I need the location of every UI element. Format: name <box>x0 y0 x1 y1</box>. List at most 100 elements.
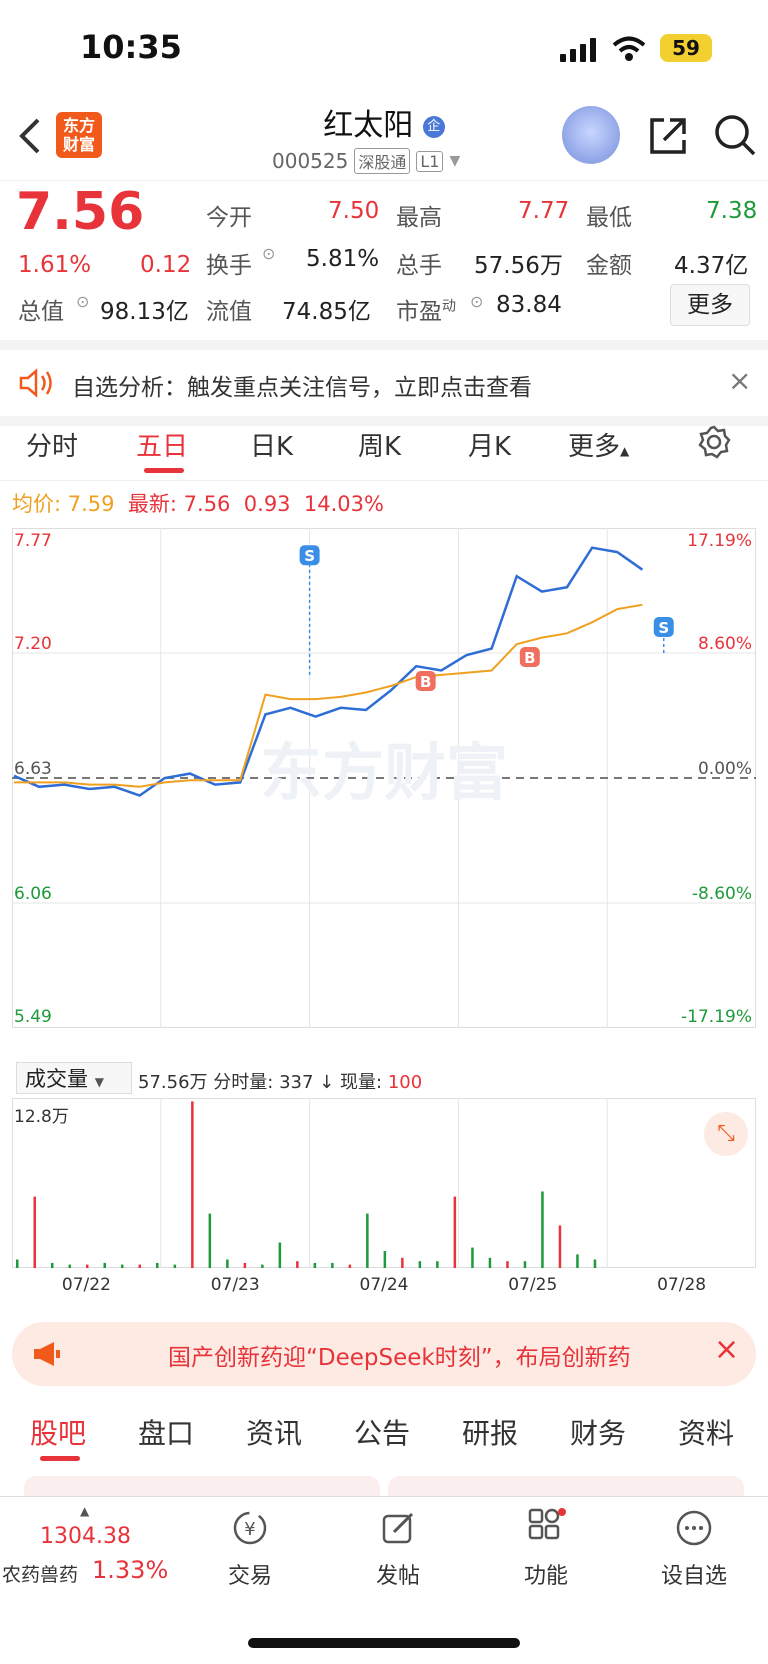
x-tick-label: 07/25 <box>508 1275 557 1295</box>
nav-post-label: 发帖 <box>375 1564 420 1589</box>
pe-info-icon[interactable]: ⊙ <box>470 292 483 311</box>
tab-pankou[interactable]: 盘口 <box>138 1412 194 1452</box>
last-change: 0.93 <box>243 492 291 516</box>
tab-announcements[interactable]: 公告 <box>354 1412 410 1452</box>
volume-bar <box>68 1264 71 1268</box>
volume-bar <box>296 1261 299 1268</box>
volume-bar <box>576 1254 579 1268</box>
search-icon[interactable] <box>712 112 758 158</box>
tab-research[interactable]: 研报 <box>462 1412 518 1452</box>
ad-close-icon[interactable]: × <box>714 1332 739 1367</box>
y-tick-label: 6.63 <box>14 759 52 779</box>
robot-avatar-icon[interactable] <box>562 106 620 164</box>
tab-profile[interactable]: 资料 <box>678 1412 734 1452</box>
tab-intraday[interactable]: 分时 <box>26 426 78 463</box>
up-triangle-icon: ▲ <box>80 1504 90 1518</box>
avg-label: 均价: <box>12 492 62 516</box>
tab-five-day[interactable]: 五日 <box>136 426 188 463</box>
nav-functions[interactable]: 功能 <box>496 1508 596 1590</box>
nav-trade[interactable]: ¥ 交易 <box>200 1508 300 1590</box>
index-name: 农药兽药 <box>2 1564 79 1586</box>
last-label: 最新: <box>127 492 177 516</box>
x-tick-label: 07/23 <box>211 1275 260 1295</box>
amount-label: 金额 <box>586 253 632 279</box>
tab-monthly-k[interactable]: 月K <box>468 426 511 463</box>
tab-more[interactable]: 更多▲ <box>568 426 629 463</box>
nav-post[interactable]: 发帖 <box>348 1508 448 1590</box>
more-circle-icon <box>676 1510 712 1546</box>
volume-bar <box>453 1196 457 1268</box>
status-bar: 10:35 59 <box>0 0 768 96</box>
tab-guba[interactable]: 股吧 <box>30 1412 86 1452</box>
signal-label: S <box>658 619 669 637</box>
avg-value: 7.59 <box>67 492 115 516</box>
pct-tick-label: -17.19% <box>681 1007 752 1027</box>
tab-weekly-k[interactable]: 周K <box>358 426 401 463</box>
dropdown-icon: ▼ <box>449 153 461 169</box>
volume-bar <box>16 1259 19 1268</box>
dropdown-icon: ▼ <box>94 1075 104 1089</box>
index-value: 1304.38 <box>40 1524 131 1549</box>
volume-bar <box>558 1225 562 1268</box>
enterprise-badge-icon: 企 <box>422 115 445 138</box>
tab-finance[interactable]: 财务 <box>570 1412 626 1452</box>
megaphone-icon <box>32 1340 62 1368</box>
expand-icon[interactable]: ⤡ <box>704 1112 748 1156</box>
five-day-price-chart[interactable]: 东方财富 7.77 7.20 6.63 6.06 5.49 17.19% 8.60% 0.00%… <box>12 528 756 1058</box>
x-tick-label: 07/28 <box>657 1275 706 1295</box>
volume-frame <box>12 1098 756 1268</box>
tab-news[interactable]: 资讯 <box>246 1412 302 1452</box>
down-arrow-icon: ↓ <box>319 1072 335 1093</box>
y-tick-label: 7.20 <box>14 634 52 654</box>
sgt-tag: 深股通 <box>354 148 411 174</box>
more-button[interactable]: 更多 <box>670 284 750 326</box>
stock-code-row[interactable]: 000525 深股通 L1 ▼ <box>272 148 460 174</box>
pe-label: 市盈动 <box>396 292 456 326</box>
settings-icon[interactable] <box>696 424 732 460</box>
wifi-icon <box>612 36 646 61</box>
volume-selector[interactable]: 成交量 ▼ <box>16 1062 132 1094</box>
turnover-info-icon[interactable]: ⊙ <box>262 244 275 263</box>
ad-banner[interactable]: 国产创新药迎“DeepSeek时刻”，布局创新药 × <box>12 1322 756 1386</box>
pct-tick-label: 0.00% <box>698 759 752 779</box>
volume-label: 总手 <box>396 253 442 279</box>
volume-bar <box>278 1242 282 1268</box>
volume-bar <box>191 1101 194 1268</box>
tab-daily-k[interactable]: 日K <box>250 426 293 463</box>
index-percent: 1.33% <box>92 1556 169 1584</box>
volume-max-label: 12.8万 <box>14 1107 69 1127</box>
volume-bar <box>488 1257 492 1268</box>
change-amount: 0.12 <box>140 252 192 278</box>
guba-underline <box>40 1456 80 1461</box>
high-label: 最高 <box>396 205 442 231</box>
share-icon[interactable] <box>646 114 690 158</box>
xl-label: 现量: <box>340 1072 383 1093</box>
volume-bar <box>506 1261 509 1268</box>
banner-close-icon[interactable]: × <box>728 364 751 397</box>
volume-bar <box>243 1262 247 1268</box>
float-label: 流值 <box>206 299 252 325</box>
signal-label: B <box>524 649 535 667</box>
apps-icon <box>528 1508 566 1540</box>
volume-bar <box>173 1264 177 1268</box>
ad-text: 国产创新药迎“DeepSeek时刻”，布局创新药 <box>168 1345 631 1371</box>
fsl-value: 337 <box>279 1072 314 1093</box>
home-indicator <box>248 1638 520 1648</box>
amount-value: 4.37亿 <box>674 253 749 279</box>
change-percent: 1.61% <box>18 252 92 278</box>
volume-chart[interactable]: 07/22 07/23 07/24 07/25 07/28 <box>12 1098 756 1298</box>
index-widget[interactable]: ▲ 1304.38 农药兽药 1.33% <box>0 1504 170 1594</box>
battery-indicator: 59 <box>660 34 712 62</box>
banner-text: 自选分析：触发重点关注信号，立即点击查看 <box>72 375 532 401</box>
mktcap-value: 98.13亿 <box>100 299 189 325</box>
nav-watch-label: 设自选 <box>660 1564 727 1589</box>
pct-tick-label: 8.60% <box>698 634 752 654</box>
info-icon[interactable]: ⊙ <box>76 292 89 311</box>
level-tag: L1 <box>416 150 444 172</box>
y-tick-label: 7.77 <box>14 531 52 551</box>
volume-bar <box>436 1261 439 1268</box>
nav-add-watchlist[interactable]: 设自选 <box>644 1508 744 1590</box>
volume-stats: 57.56万 分时量: 337 ↓ 现量: 100 <box>138 1068 422 1094</box>
tab-underline <box>144 468 184 473</box>
low-value: 7.38 <box>706 198 758 224</box>
